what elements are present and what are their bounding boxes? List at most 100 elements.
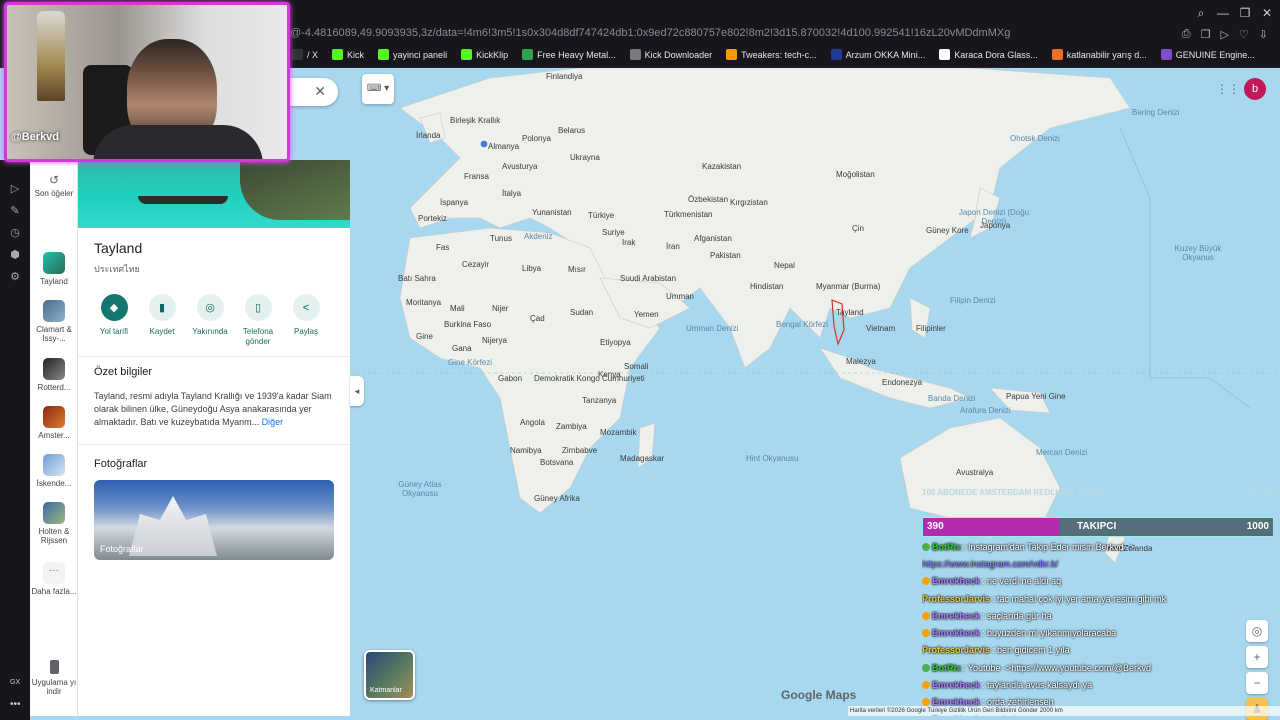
avatar[interactable]: b (1244, 78, 1266, 100)
map-label-country[interactable]: Kırgızistan (730, 198, 768, 207)
bookmark-item[interactable]: Tweakers: tech-c... (726, 49, 817, 60)
more-link[interactable]: Diğer (262, 417, 284, 427)
map-label-country[interactable]: Filipinler (916, 324, 946, 333)
rail-item-rotterdam[interactable]: Rotterd... (30, 358, 78, 392)
map-label-country[interactable]: Avustralya (956, 468, 993, 477)
download-icon[interactable]: ⇩ (1259, 28, 1268, 41)
map-label-country[interactable]: Etiyopya (600, 338, 631, 347)
install-app-button[interactable]: Uygulama yı indir (30, 660, 78, 696)
map-label-country[interactable]: Nijer (492, 304, 508, 313)
map-label-country[interactable]: Namibya (510, 446, 542, 455)
map-label-country[interactable]: Demokratik Kongo Cumhuriyeti (534, 374, 645, 383)
rail-item-holten[interactable]: Holten & Rijssen (30, 502, 78, 545)
map-label-country[interactable]: Angola (520, 418, 545, 427)
rail-item-amsterdam[interactable]: Amster... (30, 406, 78, 440)
snapshot-icon[interactable]: ⎙ (1182, 28, 1191, 41)
map-label-country[interactable]: Fas (436, 243, 449, 252)
map-label-country[interactable]: Mısır (568, 265, 586, 274)
address-bar[interactable]: @-4.4816089,49.9093935,3z/data=!4m6!3m5!… (290, 27, 1010, 39)
map-label-country[interactable]: Güney Kore (926, 226, 969, 235)
map-label-country[interactable]: Yemen (634, 310, 659, 319)
map-label-country[interactable]: Güney Afrika (534, 494, 580, 503)
map-label-country[interactable]: Irak (622, 238, 635, 247)
map-label-country[interactable]: Çin (852, 224, 864, 233)
bookmark-item[interactable]: Kick (332, 49, 364, 60)
map-label-country[interactable]: Yunanistan (532, 208, 572, 217)
layers-button[interactable]: Katmanlar (364, 650, 415, 700)
map-label-country[interactable]: Tayland (836, 308, 864, 317)
bookmark-item[interactable]: Free Heavy Metal... (522, 49, 616, 60)
map-label-country[interactable]: Fransa (464, 172, 489, 181)
map-label-country[interactable]: Madagaskar (620, 454, 664, 463)
map-label-country[interactable]: İran (666, 242, 680, 251)
map-label-country[interactable]: Birleşik Krallık (450, 116, 500, 125)
map-label-country[interactable]: Umman (666, 292, 694, 301)
map-label-country[interactable]: Moritanya (406, 298, 441, 307)
search-icon[interactable]: ⌕ (1194, 6, 1208, 21)
map-label-country[interactable]: Mozambik (600, 428, 636, 437)
nearby-button[interactable]: ◎ Yakınında (190, 294, 230, 347)
keyboard-icon[interactable]: ⌨ ▾ (362, 74, 394, 104)
bookmark-item[interactable]: yayinci paneli (378, 49, 447, 60)
settings-icon[interactable]: ⚙ (8, 270, 22, 284)
tab-icon[interactable]: ❐ (1201, 28, 1211, 41)
map-label-country[interactable]: Nijerya (482, 336, 507, 345)
map-label-country[interactable]: Portekiz (418, 214, 447, 223)
player-icon[interactable]: ▷ (8, 182, 22, 196)
bookmark-item[interactable]: KickKlip (461, 49, 508, 60)
close-icon[interactable]: ✕ (1260, 6, 1274, 21)
more-places-button[interactable]: ··· Daha fazla... (30, 562, 78, 596)
save-button[interactable]: ▮ Kaydet (142, 294, 182, 347)
map-label-country[interactable]: Avusturya (502, 162, 537, 171)
map-label-country[interactable]: Zimbabve (562, 446, 597, 455)
map-label-country[interactable]: Papua Yeni Gine (1006, 392, 1066, 401)
directions-button[interactable]: ◆ Yol tarifi (94, 294, 134, 347)
map-label-country[interactable]: Moğolistan (836, 170, 875, 179)
map-label-country[interactable]: Botsvana (540, 458, 573, 467)
map-label-country[interactable]: Polonya (522, 134, 551, 143)
minimize-icon[interactable]: — (1216, 6, 1230, 21)
heart-icon[interactable]: ♡ (1239, 28, 1249, 41)
history-icon[interactable]: ◷ (8, 226, 22, 240)
map-label-country[interactable]: Gabon (498, 374, 522, 383)
map-label-country[interactable]: İrlanda (416, 131, 440, 140)
map-label-country[interactable]: Myanmar (Burma) (816, 282, 880, 291)
map-label-country[interactable]: Cezayir (462, 260, 489, 269)
recent-items[interactable]: ↺ Son öğeler (30, 174, 78, 198)
bookmark-item[interactable]: Kick Downloader (629, 49, 712, 60)
extensions-icon[interactable]: ⬢ (8, 248, 22, 262)
play-icon[interactable]: ▷ (1220, 28, 1228, 41)
bookmark-item[interactable]: GENUINE Engine... (1160, 49, 1255, 60)
send-to-phone-button[interactable]: ▯ Telefona gönder (238, 294, 278, 347)
map-label-country[interactable]: Tunus (490, 234, 512, 243)
map-label-country[interactable]: Sudan (570, 308, 593, 317)
map-label-country[interactable]: Kenya (598, 370, 621, 379)
map-label-country[interactable]: Almanya (488, 142, 519, 151)
map-label-country[interactable]: Finlandiya (546, 72, 582, 81)
map-label-country[interactable]: Zambiya (556, 422, 587, 431)
map-label-country[interactable]: Kazakistan (702, 162, 741, 171)
restore-icon[interactable]: ❐ (1238, 6, 1252, 21)
map-label-country[interactable]: Burkina Faso (444, 320, 491, 329)
map-label-country[interactable]: Endonezya (882, 378, 922, 387)
photos-card[interactable]: Fotoğraflar (94, 480, 334, 560)
map-label-country[interactable]: İspanya (440, 198, 468, 207)
map-label-country[interactable]: Belarus (558, 126, 585, 135)
collapse-panel-button[interactable]: ◂ (350, 376, 364, 406)
map-label-country[interactable]: Malezya (846, 357, 876, 366)
map-label-country[interactable]: Tanzanya (582, 396, 616, 405)
map-label-country[interactable]: Suudi Arabistan (620, 274, 676, 283)
map-label-country[interactable]: Mali (450, 304, 465, 313)
close-search-button[interactable]: ✕ (286, 78, 338, 106)
map-label-country[interactable]: Çad (530, 314, 545, 323)
map-label-country[interactable]: Gana (452, 344, 472, 353)
map-label-country[interactable]: Vietnam (866, 324, 895, 333)
bookmark-item[interactable]: Karaca Dora Glass... (939, 49, 1038, 60)
map-label-country[interactable]: Türkiye (588, 211, 614, 220)
map-label-country[interactable]: Pakistan (710, 251, 741, 260)
map-label-country[interactable]: Afganistan (694, 234, 732, 243)
map-label-country[interactable]: Nepal (774, 261, 795, 270)
bookmark-item[interactable]: / X (292, 49, 318, 60)
share-button[interactable]: < Paylaş (286, 294, 326, 347)
map-label-country[interactable]: Türkmenistan (664, 210, 712, 219)
